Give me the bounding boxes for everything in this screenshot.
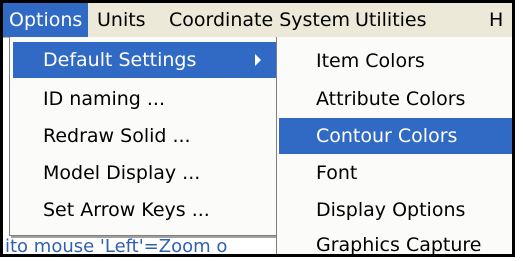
menu-units[interactable]: Units <box>91 3 152 37</box>
submenu-item-attribute-colors[interactable]: Attribute Colors <box>279 81 512 117</box>
application-window: Options Units Coordinate System Utilitie… <box>0 0 515 257</box>
submenu-item-contour-colors[interactable]: Contour Colors <box>279 118 512 154</box>
submenu-item-font[interactable]: Font <box>279 155 512 191</box>
submenu-item-graphics-capture[interactable]: Graphics Capture <box>279 227 512 254</box>
menu-item-redraw-solid[interactable]: Redraw Solid ... <box>13 118 277 154</box>
default-settings-submenu: Item Colors Attribute Colors Contour Col… <box>276 37 512 254</box>
menu-item-default-settings[interactable]: Default Settings <box>13 42 277 78</box>
menu-help-partial[interactable]: H <box>483 3 509 37</box>
status-text: ito mouse 'Left'=Zoom o <box>3 234 285 254</box>
submenu-item-display-options[interactable]: Display Options <box>279 192 512 228</box>
menu-utilities[interactable]: Utilities <box>349 3 433 37</box>
submenu-item-item-colors[interactable]: Item Colors <box>279 43 512 79</box>
menu-item-set-arrow-keys[interactable]: Set Arrow Keys ... <box>13 192 277 228</box>
submenu-arrow-icon <box>255 54 261 66</box>
menu-item-label: Default Settings <box>43 49 197 71</box>
menu-item-id-naming[interactable]: ID naming ... <box>13 81 277 117</box>
options-dropdown-menu: Default Settings ID naming ... Redraw So… <box>9 37 281 236</box>
menu-options[interactable]: Options <box>3 3 89 37</box>
menu-coordinate-system[interactable]: Coordinate System <box>163 3 356 37</box>
menubar: Options Units Coordinate System Utilitie… <box>3 3 512 38</box>
menu-item-model-display[interactable]: Model Display ... <box>13 155 277 191</box>
